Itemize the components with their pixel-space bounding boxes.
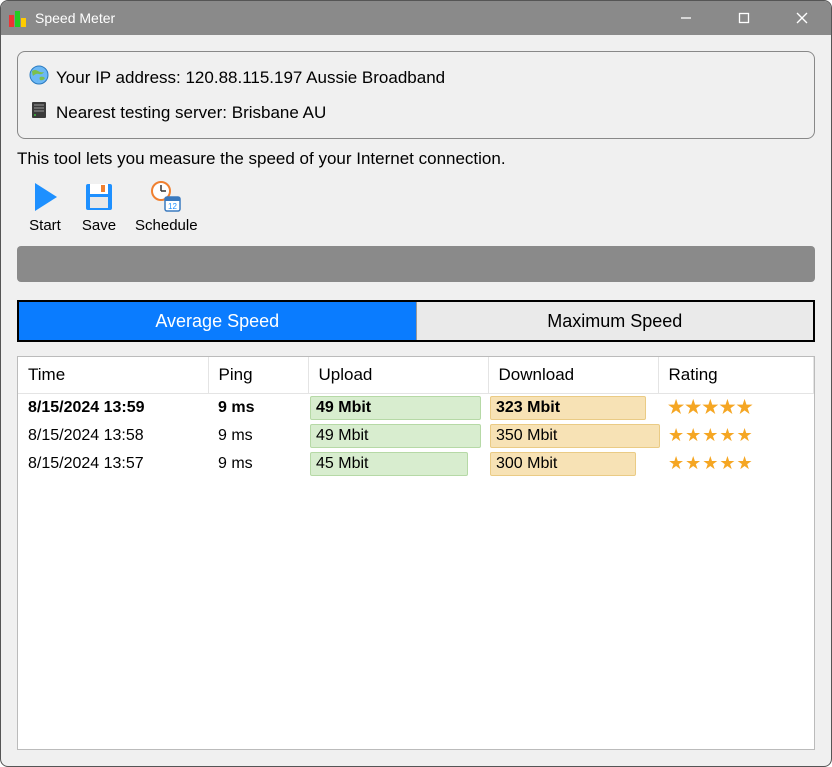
results-table: Time Ping Upload Download Rating 8/15/20…: [18, 357, 814, 478]
toolbar: Start Save: [17, 179, 815, 234]
cell-rating: ★★★★★: [658, 422, 814, 450]
window-title: Speed Meter: [35, 10, 657, 26]
col-header-upload[interactable]: Upload: [308, 357, 488, 394]
start-button[interactable]: Start: [27, 179, 63, 234]
app-window: Speed Meter You: [0, 0, 832, 767]
window-controls: [657, 1, 831, 35]
star-icon: ★★★★★: [668, 397, 754, 417]
cell-download: 350 Mbit: [488, 422, 658, 450]
ip-info-text: Your IP address: 120.88.115.197 Aussie B…: [56, 68, 445, 88]
app-icon: [9, 9, 27, 27]
col-header-rating[interactable]: Rating: [658, 357, 814, 394]
tab-maximum-speed[interactable]: Maximum Speed: [417, 302, 814, 340]
save-label: Save: [82, 217, 116, 234]
close-button[interactable]: [773, 1, 831, 35]
col-header-time[interactable]: Time: [18, 357, 208, 394]
col-header-ping[interactable]: Ping: [208, 357, 308, 394]
cell-time: 8/15/2024 13:59: [18, 394, 208, 422]
info-panel: Your IP address: 120.88.115.197 Aussie B…: [17, 51, 815, 139]
server-info-text: Nearest testing server: Brisbane AU: [56, 103, 326, 123]
minimize-button[interactable]: [657, 1, 715, 35]
table-row[interactable]: 8/15/2024 13:579 ms45 Mbit300 Mbit ★★★★★: [18, 450, 814, 478]
results-grid[interactable]: Time Ping Upload Download Rating 8/15/20…: [17, 356, 815, 750]
table-header-row: Time Ping Upload Download Rating: [18, 357, 814, 394]
cell-upload: 49 Mbit: [308, 422, 488, 450]
cell-download: 300 Mbit: [488, 450, 658, 478]
schedule-label: Schedule: [135, 217, 198, 234]
server-icon: [28, 99, 50, 126]
save-button[interactable]: Save: [81, 179, 117, 234]
cell-ping: 9 ms: [208, 422, 308, 450]
star-icon: ★★★★★: [668, 453, 754, 473]
cell-rating: ★★★★★: [658, 394, 814, 422]
title-bar[interactable]: Speed Meter: [1, 1, 831, 35]
tab-average-speed[interactable]: Average Speed: [19, 302, 417, 340]
star-icon: ★★★★★: [668, 425, 754, 445]
globe-icon: [28, 64, 50, 91]
cell-ping: 9 ms: [208, 394, 308, 422]
start-label: Start: [29, 217, 61, 234]
cell-upload: 45 Mbit: [308, 450, 488, 478]
table-row[interactable]: 8/15/2024 13:599 ms49 Mbit323 Mbit ★★★★★: [18, 394, 814, 422]
col-header-download[interactable]: Download: [488, 357, 658, 394]
cell-time: 8/15/2024 13:57: [18, 450, 208, 478]
cell-time: 8/15/2024 13:58: [18, 422, 208, 450]
description-text: This tool lets you measure the speed of …: [17, 147, 815, 171]
maximize-button[interactable]: [715, 1, 773, 35]
schedule-button[interactable]: 12 Schedule: [135, 179, 198, 234]
table-row[interactable]: 8/15/2024 13:589 ms49 Mbit350 Mbit ★★★★★: [18, 422, 814, 450]
cell-upload: 49 Mbit: [308, 394, 488, 422]
server-info-row: Nearest testing server: Brisbane AU: [28, 95, 804, 130]
tab-bar: Average Speed Maximum Speed: [17, 300, 815, 342]
schedule-icon: 12: [148, 179, 184, 215]
ip-info-row: Your IP address: 120.88.115.197 Aussie B…: [28, 60, 804, 95]
svg-text:12: 12: [168, 202, 177, 211]
content-area: Your IP address: 120.88.115.197 Aussie B…: [1, 35, 831, 766]
cell-download: 323 Mbit: [488, 394, 658, 422]
save-icon: [81, 179, 117, 215]
play-icon: [27, 179, 63, 215]
progress-bar: [17, 246, 815, 282]
cell-rating: ★★★★★: [658, 450, 814, 478]
cell-ping: 9 ms: [208, 450, 308, 478]
